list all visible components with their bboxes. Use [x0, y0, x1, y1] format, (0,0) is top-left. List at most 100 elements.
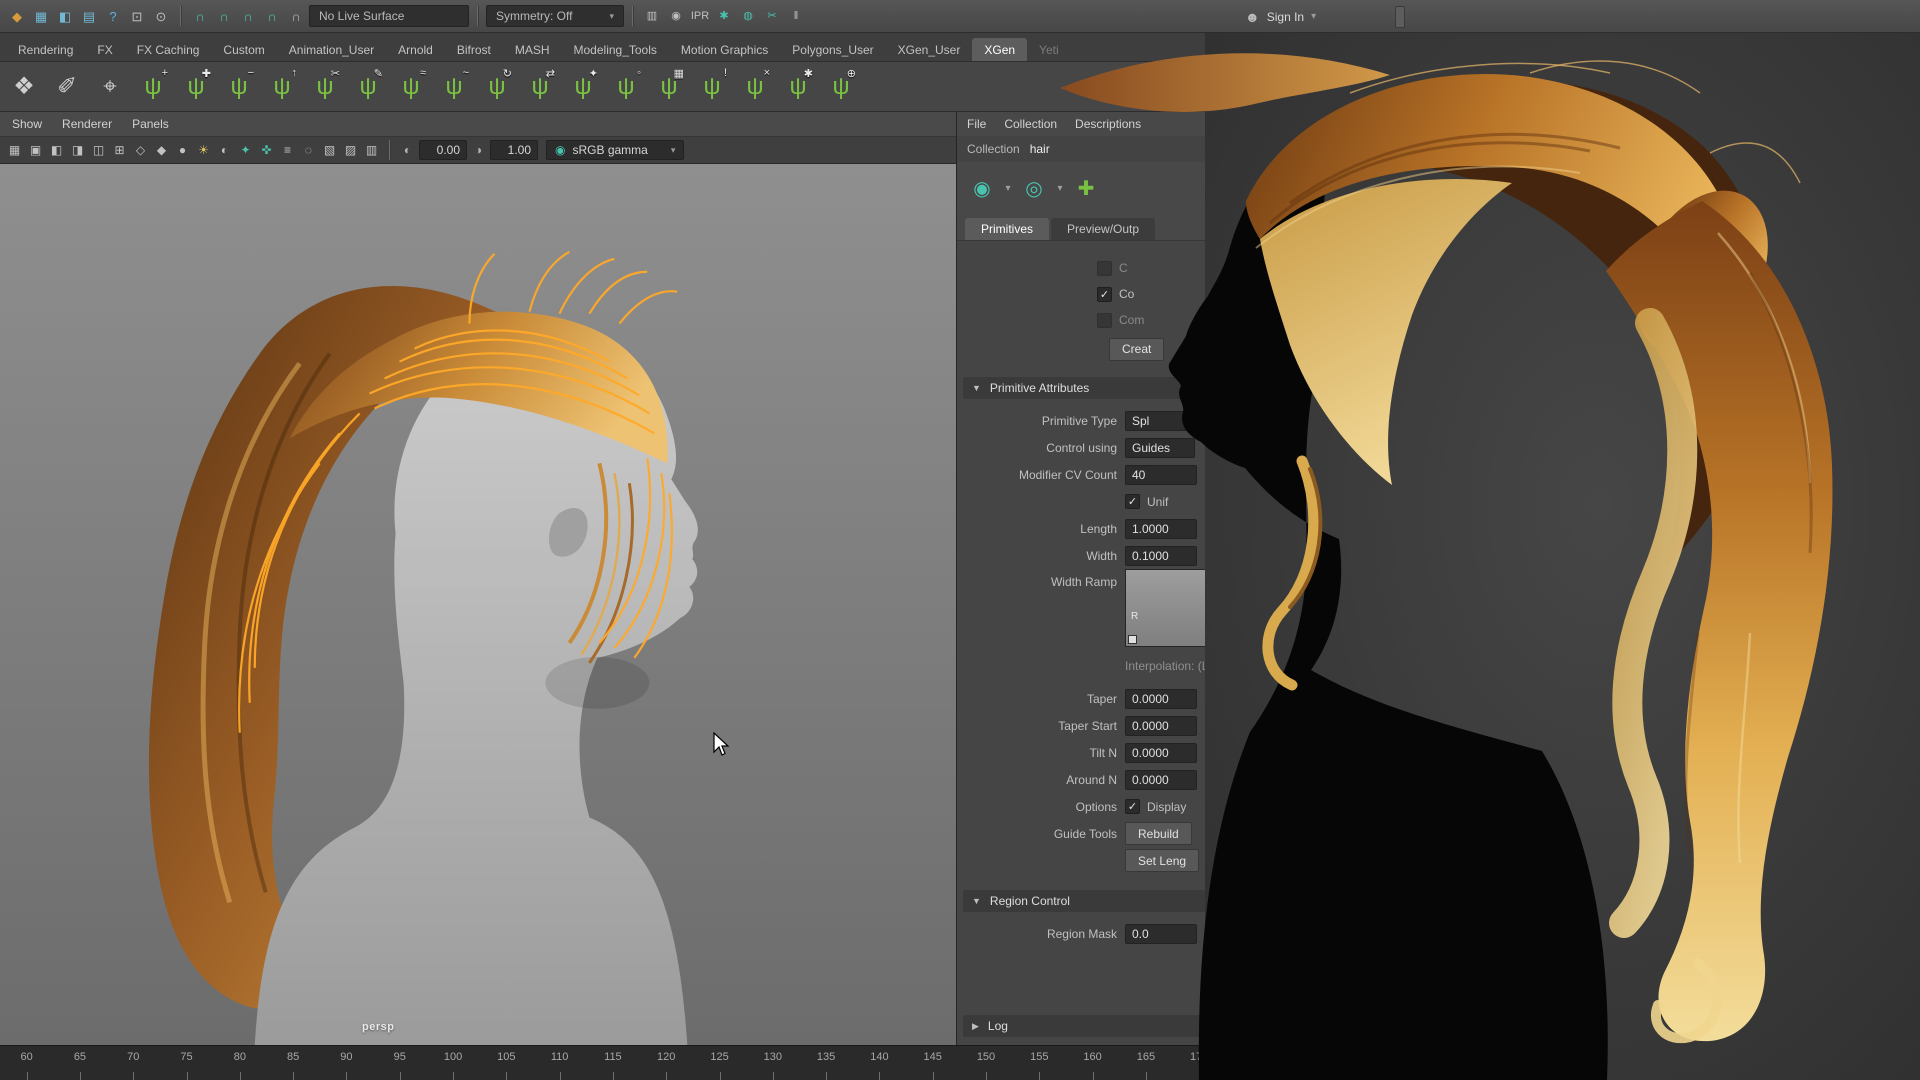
xgen-convert-icon[interactable]: ψ ⊕ — [821, 66, 861, 108]
log-section-header[interactable]: ▶ Log — [963, 1015, 1383, 1037]
slider-handle[interactable] — [1210, 692, 1218, 705]
slider-handle[interactable] — [1210, 746, 1218, 759]
xgen-guide-warning-icon[interactable]: ψ ! — [692, 66, 732, 108]
xgen-cut-brush-icon[interactable]: ψ ✂ — [305, 66, 345, 108]
live-surface-field[interactable]: No Live Surface — [309, 5, 469, 27]
xgen-highlight-icon[interactable]: ψ ✦ — [563, 66, 603, 108]
sequence-render-icon[interactable]: ✂ — [761, 5, 783, 27]
shelf-tab[interactable]: Motion Graphics — [669, 38, 780, 61]
perspective-viewport[interactable]: persp — [0, 164, 956, 1045]
xgen-add-guide-icon[interactable]: ψ ✚ — [176, 66, 216, 108]
modifier-cv-field[interactable]: 40 — [1125, 465, 1197, 485]
taper-slider[interactable] — [1207, 697, 1417, 700]
region-control-section-header[interactable]: ▼ Region Control — [963, 890, 1914, 912]
xgen-sculpt-guides-icon[interactable]: ψ ✎ — [348, 66, 388, 108]
camera-attributes-icon[interactable]: ◨ — [68, 140, 87, 160]
xgen-menu-item[interactable]: File — [967, 117, 986, 131]
multisample-icon[interactable]: ≡ — [278, 140, 297, 160]
render-settings-icon[interactable]: ✱ — [713, 5, 735, 27]
display-rendering-icon[interactable]: ◍ — [737, 5, 759, 27]
width-field[interactable]: 0.1000 — [1125, 546, 1197, 566]
guide-visibility-icon[interactable]: ◉ — [967, 173, 997, 203]
length-slider[interactable] — [1207, 527, 1417, 530]
create-button[interactable]: Creat — [1109, 338, 1164, 361]
xgen-density-brush-icon[interactable]: ψ ◦ — [606, 66, 646, 108]
xgen-tab[interactable]: Primitives — [965, 218, 1049, 240]
selection-gizmo-icon[interactable]: ◆ — [6, 5, 28, 27]
image-plane-icon[interactable]: ⊞ — [110, 140, 129, 160]
xgen-create-description-icon[interactable]: ψ + — [133, 66, 173, 108]
wireframe-mode-icon[interactable]: ◇ — [131, 140, 150, 160]
shelf-tab[interactable]: FX — [85, 38, 124, 61]
slider-handle[interactable] — [1210, 773, 1218, 786]
option-checkbox[interactable] — [1097, 261, 1112, 276]
set-length-button[interactable]: Set Leng — [1125, 849, 1199, 872]
time-slider[interactable]: 6065707580859095100105110115120125130135… — [0, 1045, 1920, 1080]
primitive-visibility-icon[interactable]: ◎ — [1019, 173, 1049, 203]
viewport-menu-item[interactable]: Renderer — [62, 117, 112, 131]
option-checkbox[interactable]: ✓ — [1097, 287, 1112, 302]
display-checkbox[interactable]: ✓ — [1125, 799, 1140, 814]
xgen-clear-preview-icon[interactable]: ψ × — [735, 66, 775, 108]
ramp-handle[interactable] — [1128, 635, 1137, 644]
symmetry-dropdown[interactable]: Symmetry: Off ▾ — [486, 5, 624, 27]
length-field[interactable]: 1.0000 — [1125, 519, 1197, 539]
region-mask-field[interactable]: 0.0 — [1125, 924, 1197, 944]
shelf-tab[interactable]: Bifrost — [445, 38, 503, 61]
exposure-field[interactable]: 0.00 — [419, 140, 467, 160]
shelf-tab[interactable]: Modeling_Tools — [562, 38, 669, 61]
isolate-select-icon[interactable]: ◌ — [299, 140, 318, 160]
outliner-pane-icon[interactable]: ▤ — [78, 5, 100, 27]
shelf-tab[interactable]: MASH — [503, 38, 562, 61]
xgen-wave-modifier-icon[interactable]: ψ ~ — [434, 66, 474, 108]
motion-blur-icon[interactable]: ✜ — [257, 140, 276, 160]
xgen-noise-modifier-icon[interactable]: ψ ≈ — [391, 66, 431, 108]
around-field[interactable]: 0.0000 — [1125, 770, 1197, 790]
backface-icon[interactable]: ▨ — [341, 140, 360, 160]
shelf-pencil-tool-icon[interactable]: ✐ — [47, 66, 87, 108]
snap-to-point-icon[interactable]: ∩ — [237, 5, 259, 27]
xgen-menu-item[interactable]: Descriptions — [1075, 117, 1141, 131]
width-ramp-widget[interactable]: R — [1125, 569, 1225, 647]
shelf-tab[interactable]: FX Caching — [125, 38, 212, 61]
taper-field[interactable]: 0.0000 — [1125, 689, 1197, 709]
collection-value[interactable]: hair — [1030, 142, 1050, 156]
open-render-view-icon[interactable]: ▥ — [641, 5, 663, 27]
selection-lock-icon[interactable]: ⊡ — [126, 5, 148, 27]
view-layouts-icon[interactable]: ▦ — [5, 140, 24, 160]
xgen-modifier-icon[interactable]: ψ ✱ — [778, 66, 818, 108]
lock-camera-icon[interactable]: ◧ — [47, 140, 66, 160]
uniform-cv-checkbox[interactable]: ✓ — [1125, 494, 1140, 509]
gamma-field[interactable]: 1.00 — [490, 140, 538, 160]
xgen-update-preview-icon[interactable]: ψ ↻ — [477, 66, 517, 108]
slider-handle[interactable] — [1210, 719, 1218, 732]
shelf-tab[interactable]: Arnold — [386, 38, 445, 61]
make-live-icon[interactable]: ∩ — [285, 5, 307, 27]
highlight-selection-icon[interactable]: ⊙ — [150, 5, 172, 27]
snap-to-view-plane-icon[interactable]: ∩ — [261, 5, 283, 27]
resolution-gate-icon[interactable]: ▥ — [362, 140, 381, 160]
tilt-field[interactable]: 0.0000 — [1125, 743, 1197, 763]
grid-layout-icon[interactable]: ▦ — [30, 5, 52, 27]
shelf-tab[interactable]: Yeti — [1027, 38, 1071, 61]
xgen-patch-icon[interactable]: ψ ▦ — [649, 66, 689, 108]
workspace-control-grip[interactable] — [1395, 6, 1405, 28]
shelf-tab[interactable]: XGen — [972, 38, 1027, 61]
width-slider[interactable] — [1207, 554, 1417, 557]
shelf-tab[interactable]: Polygons_User — [780, 38, 885, 61]
xgen-flip-direction-icon[interactable]: ψ ⇄ — [520, 66, 560, 108]
rebuild-button[interactable]: Rebuild — [1125, 822, 1192, 845]
pause-viewport-icon[interactable]: ‖ — [785, 5, 807, 27]
shelf-target-tool-icon[interactable]: ⌖ — [90, 66, 130, 108]
help-icon[interactable]: ? — [102, 5, 124, 27]
chevron-down-icon[interactable]: ▾ — [1002, 173, 1014, 203]
view-transform-dropdown[interactable]: ◉ sRGB gamma ▾ — [546, 140, 684, 160]
bookmark-view-icon[interactable]: ◫ — [89, 140, 108, 160]
single-pane-icon[interactable]: ◧ — [54, 5, 76, 27]
xray-icon[interactable]: ▧ — [320, 140, 339, 160]
control-using-dropdown[interactable]: Guides — [1125, 438, 1195, 458]
option-checkbox[interactable] — [1097, 313, 1112, 328]
render-current-frame-icon[interactable]: ◉ — [665, 5, 687, 27]
shadows-icon[interactable]: ◐ — [215, 140, 234, 160]
xgen-remove-guide-icon[interactable]: ψ − — [219, 66, 259, 108]
